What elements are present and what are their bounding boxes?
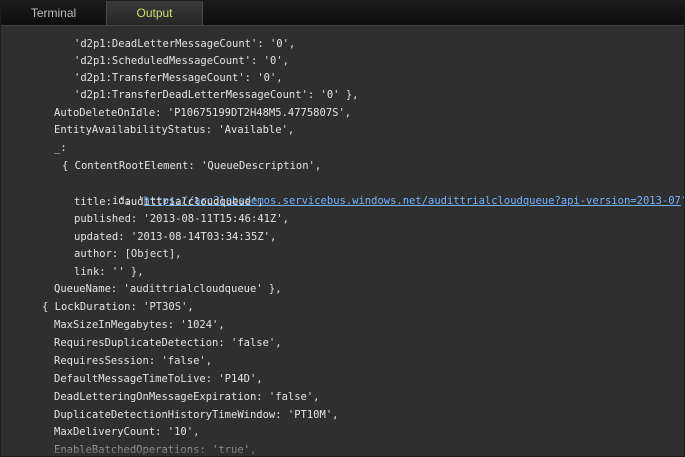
output-line: 'd2p1:DeadLetterMessageCount': '0', (74, 38, 296, 50)
output-line: DuplicateDetectionHistoryTimeWindow: 'PT… (54, 409, 339, 421)
output-line: DeadLetteringOnMessageExpiration: 'false… (54, 391, 320, 403)
output-line: published: '2013-08-11T15:46:41Z', (74, 213, 289, 225)
output-line: MaxDeliveryCount: '10', (54, 426, 200, 438)
output-line: MaxSizeInMegabytes: '1024', (54, 319, 225, 331)
output-line: RequiresDuplicateDetection: 'false', (54, 337, 282, 349)
output-panel: Terminal Output 'd2p1:DeadLetterMessageC… (0, 0, 685, 457)
output-line: { LockDuration: 'PT30S', (42, 301, 194, 313)
output-line: _: (54, 142, 67, 154)
output-line: EnableBatchedOperations: 'true', (54, 444, 257, 456)
output-line: link: '' }, (74, 266, 144, 278)
output-line: 'd2p1:ScheduledMessageCount': '0', (74, 55, 289, 67)
output-line: title: 'audittrialcloudqueue', (74, 196, 264, 208)
output-line: 'd2p1:TransferMessageCount': '0', (74, 72, 283, 84)
output-console[interactable]: 'd2p1:DeadLetterMessageCount': '0', 'd2p… (1, 26, 684, 456)
output-line: AutoDeleteOnIdle: 'P10675199DT2H48M5.477… (54, 107, 352, 119)
output-line: EntityAvailabilityStatus: 'Available', (54, 124, 295, 136)
tab-output[interactable]: Output (106, 1, 203, 25)
output-line: 'd2p1:TransferDeadLetterMessageCount': '… (74, 89, 359, 101)
output-line: DefaultMessageTimeToLive: 'P14D', (54, 373, 263, 385)
tab-terminal[interactable]: Terminal (1, 1, 106, 25)
output-line: author: [Object], (74, 248, 182, 260)
output-line: RequiresSession: 'false', (54, 355, 213, 367)
output-line: QueueName: 'audittrialcloudqueue' }, (54, 283, 282, 295)
output-line: { ContentRootElement: 'QueueDescription'… (62, 160, 322, 172)
output-text: ', (681, 195, 684, 207)
tab-bar: Terminal Output (1, 1, 684, 26)
output-line: updated: '2013-08-14T03:34:35Z', (74, 231, 277, 243)
output-line: id: 'https://arc3labsdemos.servicebus.wi… (74, 176, 684, 207)
